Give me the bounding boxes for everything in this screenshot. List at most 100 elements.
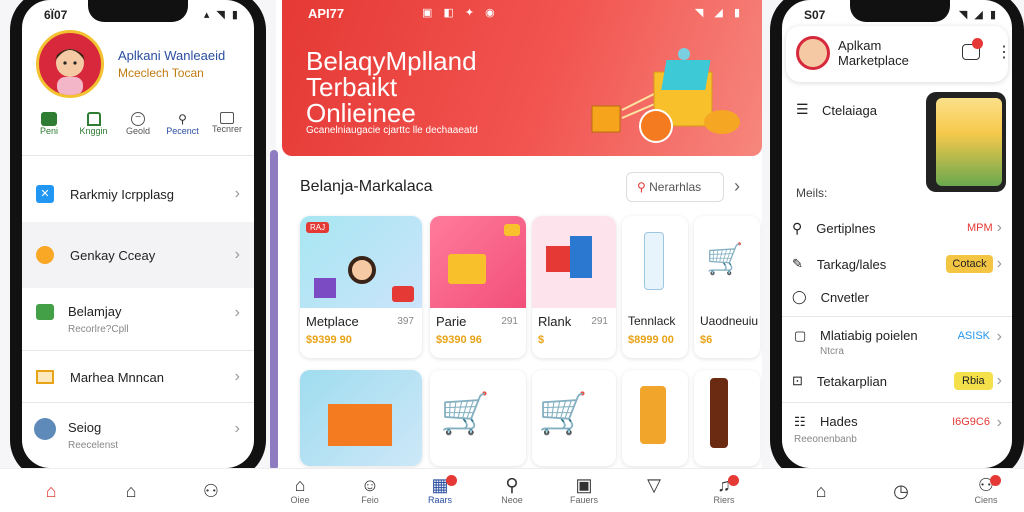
chevron-right-icon[interactable]: › bbox=[734, 176, 740, 197]
product-card[interactable] bbox=[300, 370, 422, 466]
doc-icon: ▢ bbox=[794, 328, 807, 343]
product-image bbox=[430, 216, 526, 308]
quick-action-label: Peni bbox=[39, 126, 58, 136]
girl-illustration bbox=[348, 256, 376, 284]
profile-subtitle: Mceclech Tocan bbox=[118, 66, 204, 80]
menu-item-value: I6G9C6 bbox=[952, 416, 990, 428]
avatar-icon bbox=[55, 49, 85, 95]
search-icon: ⚲ bbox=[637, 180, 646, 194]
chevron-right-icon: › bbox=[234, 246, 240, 263]
nav-item-active[interactable]: ▦ Raars bbox=[424, 475, 457, 505]
product-card[interactable]: Tennlack $8999 00 bbox=[622, 216, 688, 358]
clock-icon: ◷ bbox=[893, 481, 909, 501]
nav-label: Feio bbox=[361, 495, 379, 505]
product-card[interactable] bbox=[622, 370, 688, 466]
quick-action-gold[interactable]: − Geold bbox=[117, 112, 159, 152]
nav-home-left[interactable]: ⌂ bbox=[36, 481, 66, 501]
bottle bbox=[710, 378, 728, 448]
menu-item[interactable]: ⊡ Tetakarplian Rbia › bbox=[782, 362, 1012, 400]
menu-item[interactable]: ☷ Hades Reeonenbanb I6G9C6 › bbox=[782, 404, 1012, 450]
menu-item-label: Seiog bbox=[68, 420, 102, 435]
left-edge-accent bbox=[270, 150, 278, 470]
menu-item[interactable]: ⚲ Gertiplnes MPM › bbox=[782, 210, 1012, 246]
avatar[interactable] bbox=[796, 36, 830, 70]
price-tag bbox=[504, 224, 520, 236]
product-card[interactable]: 🛒 Uaodneuiu $6 bbox=[694, 216, 760, 358]
menu-item-sub: Reecelenst bbox=[68, 440, 119, 451]
hero-subtitle: Gcanelniaugacie cjarttc lle dechaaeatd bbox=[306, 125, 478, 136]
produce-box bbox=[328, 404, 392, 446]
product-card[interactable]: RAJ Metplace 397 $9399 90 bbox=[300, 216, 422, 358]
product-card[interactable]: 🛒 bbox=[532, 370, 616, 466]
menu-item-settings[interactable]: Seiog Reecelenst › bbox=[22, 404, 254, 464]
right-phone: S07 ◥ ◢ ▮ Aplkam Marketplace ⋮ ☰ Ctelaia… bbox=[770, 0, 1024, 480]
status-icons-left: ▣ ◧ ✦ ◉ bbox=[422, 7, 499, 19]
cart-icon: 🛒 bbox=[538, 392, 588, 436]
quick-action-saved[interactable]: Knggin bbox=[73, 112, 115, 152]
product-price: $9399 90 bbox=[306, 334, 352, 346]
product-code: 291 bbox=[501, 316, 518, 327]
product-card[interactable]: 🛒 bbox=[430, 370, 526, 466]
nav-history-right[interactable]: ◷ bbox=[886, 481, 916, 501]
product-card[interactable]: Rlank 291 $ bbox=[532, 216, 616, 358]
menu-item-label: Marhea Mnncan bbox=[70, 369, 164, 385]
cart-icon: 🛒 bbox=[706, 243, 744, 276]
menu-item-label: Tetakarplian bbox=[816, 373, 888, 389]
quick-action-account[interactable]: ⚲ Pecenct bbox=[162, 112, 204, 152]
nav-item[interactable]: ⌂ Oiee bbox=[284, 475, 316, 505]
quick-action-transfer[interactable]: Tecnrer bbox=[206, 112, 248, 152]
notch bbox=[850, 0, 950, 22]
nav-profile-right[interactable]: ⚇ Ciens bbox=[968, 475, 1004, 505]
wallet-icon bbox=[41, 112, 57, 126]
divider bbox=[22, 402, 254, 403]
cart-icon: ✕ bbox=[36, 185, 54, 203]
menu-item-label: Rarkmiy Icrpplasg bbox=[70, 186, 175, 202]
chevron-right-icon: › bbox=[996, 328, 1002, 345]
menu-item[interactable]: ✎ Tarkag/lales Cotack › bbox=[782, 246, 1012, 282]
menu-item-value: Rbia bbox=[954, 372, 993, 390]
right-phone-screen: S07 ◥ ◢ ▮ Aplkam Marketplace ⋮ ☰ Ctelaia… bbox=[782, 0, 1012, 468]
product-card[interactable] bbox=[694, 370, 760, 466]
nav-shop-left[interactable]: ⌂ bbox=[116, 481, 146, 501]
quick-action-pay[interactable]: Peni bbox=[28, 112, 70, 152]
chevron-right-icon: › bbox=[996, 219, 1002, 236]
menu-item-category[interactable]: Genkay Cceay › bbox=[22, 222, 254, 288]
more-icon[interactable]: ⋮ bbox=[996, 42, 1012, 62]
product-name: Rlank bbox=[538, 314, 572, 329]
nav-item[interactable]: ☺ Feio bbox=[354, 475, 386, 505]
menu-item-shopping[interactable]: Belamjay Recorlre?Cpll › bbox=[22, 292, 254, 350]
left-phone: 6Ï07 ▴ ◥ ▮ Aplkani Wanleaeid Mceclech To… bbox=[10, 0, 266, 480]
promo-phone-image bbox=[926, 92, 1006, 192]
nav-item[interactable]: ♫ Riers bbox=[708, 475, 740, 505]
menu-item[interactable]: ◯ Cnvetler bbox=[782, 282, 1012, 312]
edit-icon: ✎ bbox=[792, 256, 803, 271]
menu-item-value: MPM bbox=[967, 222, 993, 234]
menu-item-payment[interactable]: Marhea Mnncan › bbox=[22, 352, 254, 402]
status-icons-right: ◥ ◢ ▮ bbox=[694, 7, 744, 19]
product-price: $6 bbox=[700, 334, 713, 346]
chevron-right-icon: › bbox=[996, 255, 1002, 272]
person-icon: ⚇ bbox=[202, 481, 220, 501]
header-card: Aplkam Marketplace ⋮ bbox=[786, 26, 1012, 82]
menu-item-value: Cotack bbox=[946, 255, 993, 273]
nav-home-right[interactable]: ⌂ bbox=[806, 481, 836, 501]
nav-profile-left[interactable]: ⚇ bbox=[196, 481, 226, 501]
profile-avatar[interactable] bbox=[36, 30, 104, 98]
card-icon bbox=[36, 370, 54, 384]
product-card[interactable]: Parie 291 $9390 96 bbox=[430, 216, 526, 358]
cereal-box bbox=[570, 236, 592, 278]
nav-item[interactable]: ⚲ Neoe bbox=[496, 475, 528, 505]
nav-badge bbox=[728, 475, 739, 486]
menu-icon[interactable]: ☰ bbox=[796, 102, 810, 116]
chat-icon: ◯ bbox=[792, 289, 807, 304]
discount-badge bbox=[392, 286, 414, 302]
divider bbox=[22, 350, 254, 351]
menu-item[interactable]: ▢ Mlatiabig poielen Ntcra ASISK › bbox=[782, 318, 1012, 362]
nav-item[interactable]: ▣ Fauers bbox=[568, 475, 600, 505]
section-button[interactable]: ⚲ Nerarhlas bbox=[626, 172, 724, 202]
nav-badge bbox=[446, 475, 457, 486]
menu-item-marketplace[interactable]: ✕ Rarkmiy Icrpplasg › bbox=[22, 166, 254, 222]
nav-label: Oiee bbox=[290, 495, 310, 505]
nav-badge bbox=[990, 475, 1001, 486]
nav-item[interactable]: ▽ bbox=[638, 475, 670, 495]
